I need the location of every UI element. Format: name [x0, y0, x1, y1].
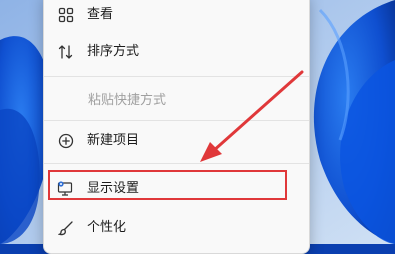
menu-separator [44, 163, 309, 164]
desktop-context-menu: 查看 排序方式 粘贴快捷方式 新建项目 显示设置 个性化 [43, 0, 310, 254]
menu-item-paste-shortcut: 粘贴快捷方式 [44, 84, 309, 118]
menu-item-new[interactable]: 新建项目 [44, 124, 309, 158]
menu-item-label: 个性化 [87, 220, 127, 235]
menu-item-view[interactable]: 查看 [44, 0, 309, 32]
grid-icon [57, 6, 75, 24]
menu-separator [44, 120, 309, 121]
menu-item-label: 排序方式 [87, 44, 140, 59]
menu-item-label: 粘贴快捷方式 [88, 93, 167, 108]
menu-item-label: 查看 [87, 7, 114, 22]
menu-item-personalize[interactable]: 个性化 [44, 211, 309, 245]
menu-separator [44, 76, 309, 77]
menu-item-label: 新建项目 [87, 133, 140, 148]
highlight-box [48, 170, 287, 200]
brush-icon [57, 219, 75, 237]
sort-icon [57, 43, 75, 61]
menu-item-sort-by[interactable]: 排序方式 [44, 35, 309, 69]
plus-circle-icon [57, 132, 75, 150]
